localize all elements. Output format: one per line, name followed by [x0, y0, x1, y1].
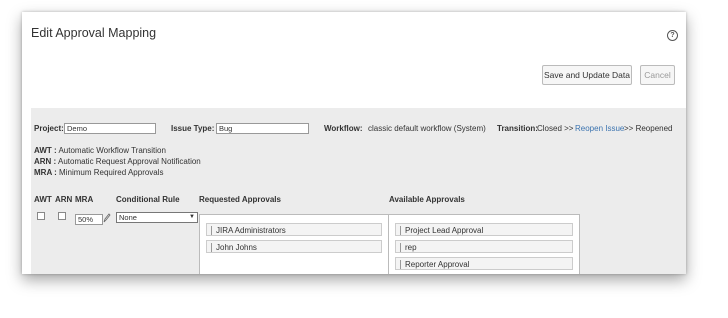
legend-mra: MRA : Minimum Required Approvals — [34, 168, 164, 177]
col-arn: ARN — [55, 195, 73, 204]
issue-type-label: Issue Type: — [171, 124, 215, 133]
col-conditional-rule: Conditional Rule — [116, 195, 180, 204]
list-item[interactable]: JIRA Administrators — [206, 223, 382, 236]
dialog-title: Edit Approval Mapping — [31, 26, 157, 40]
legend-awt: AWT : Automatic Workflow Transition — [34, 146, 166, 155]
list-item[interactable]: John Johns — [206, 240, 382, 253]
workflow-value: classic default workflow (System) — [368, 124, 486, 133]
col-available-approvals: Available Approvals — [389, 195, 465, 204]
list-item[interactable]: Project Lead Approval — [395, 223, 573, 236]
transition-to: >> Reopened — [624, 124, 673, 133]
col-mra: MRA — [75, 195, 94, 204]
legend-arn: ARN : Automatic Request Approval Notific… — [34, 157, 201, 166]
awt-checkbox[interactable] — [37, 212, 45, 220]
help-icon[interactable]: ? — [667, 30, 678, 41]
save-and-update-button[interactable]: Save and Update Data — [542, 65, 632, 85]
available-approvals-list[interactable]: Project Lead Approval rep Reporter Appro… — [388, 214, 580, 274]
arn-checkbox[interactable] — [58, 212, 66, 220]
col-awt: AWT — [34, 195, 52, 204]
chevron-down-icon: ▼ — [189, 214, 195, 220]
project-input[interactable]: Demo — [64, 123, 156, 134]
issue-type-input[interactable]: Bug — [216, 123, 309, 134]
project-label: Project: — [34, 124, 64, 133]
workflow-label: Workflow: — [324, 124, 363, 133]
cancel-button[interactable]: Cancel — [640, 65, 675, 85]
list-item[interactable]: rep — [395, 240, 573, 253]
transition-link[interactable]: Reopen Issue — [575, 124, 624, 133]
mra-input[interactable]: 50% — [75, 214, 103, 225]
transition-from: Closed >> — [537, 124, 574, 133]
requested-approvals-list[interactable]: JIRA Administrators John Johns — [199, 214, 389, 274]
mapping-panel: Project: Demo Issue Type: Bug Workflow: … — [31, 108, 686, 274]
dialog-window: Edit Approval Mapping ? Save and Update … — [22, 12, 686, 274]
conditional-rule-select[interactable]: None ▼ — [116, 212, 198, 223]
transition-label: Transition: — [497, 124, 538, 133]
pencil-icon[interactable] — [103, 213, 111, 223]
list-item[interactable]: Reporter Approval — [395, 257, 573, 270]
col-requested-approvals: Requested Approvals — [199, 195, 281, 204]
